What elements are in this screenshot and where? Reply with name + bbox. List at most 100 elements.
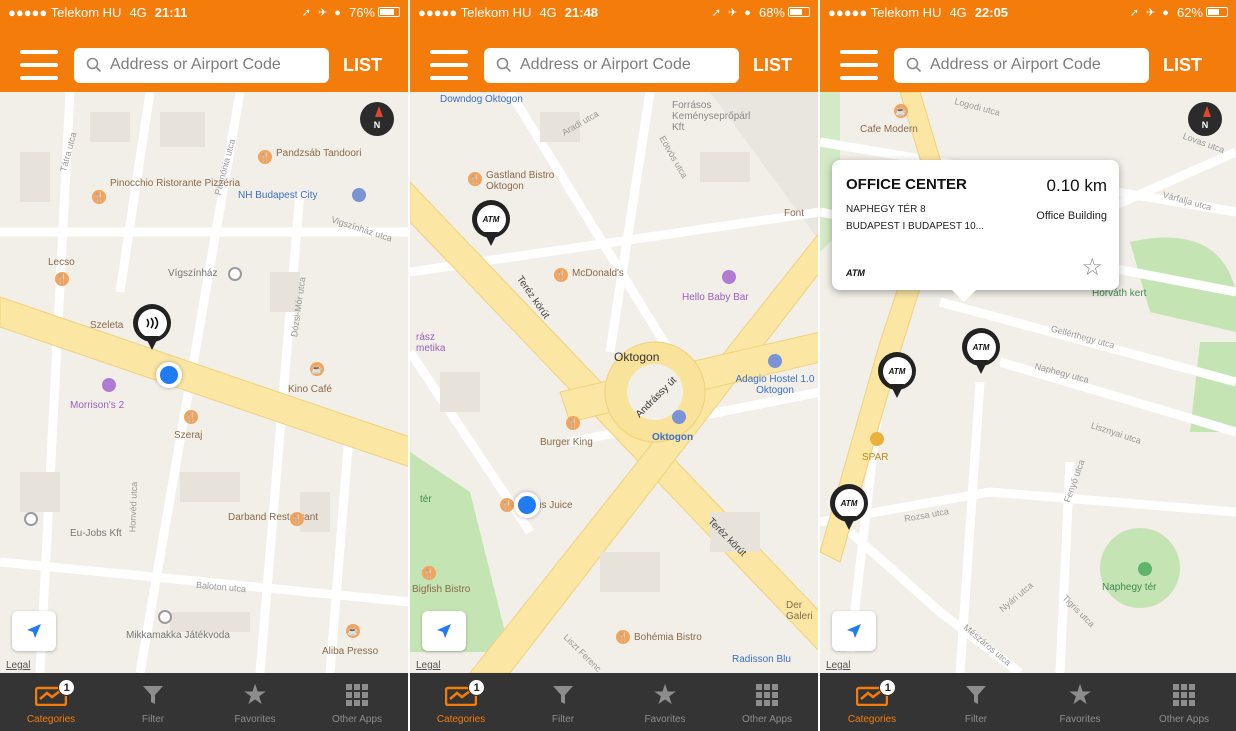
restaurant-poi-icon[interactable]: 🍴 bbox=[616, 630, 630, 644]
hotel-poi-icon[interactable] bbox=[768, 354, 782, 368]
carrier-label: ●●●●● Telekom HU bbox=[418, 4, 532, 20]
tab-other-apps[interactable]: Other Apps bbox=[1132, 673, 1236, 731]
list-button[interactable]: LIST bbox=[343, 55, 382, 76]
poi-label: Downdog Oktogon bbox=[440, 94, 523, 105]
tab-label: Categories bbox=[26, 713, 76, 725]
poi-label: Darband Restaurant bbox=[228, 512, 319, 523]
poi-label: Vígszínház bbox=[168, 268, 218, 279]
compass-icon[interactable]: N bbox=[360, 102, 394, 136]
restaurant-poi-icon[interactable]: 🍴 bbox=[422, 566, 436, 580]
map-view[interactable]: ☕ Cafe Modern Logodi utca Lovas utca Vár… bbox=[820, 92, 1236, 673]
tab-favorites[interactable]: ★ Favorites bbox=[614, 673, 716, 731]
locate-me-button[interactable] bbox=[832, 611, 876, 651]
status-icons: ➚ ✈ ● bbox=[711, 6, 753, 19]
search-input[interactable]: Address or Airport Code bbox=[484, 47, 739, 83]
list-button[interactable]: LIST bbox=[753, 55, 792, 76]
shop-poi-icon[interactable] bbox=[870, 432, 884, 446]
user-location-dot bbox=[156, 362, 182, 388]
business-poi-icon[interactable] bbox=[24, 512, 38, 526]
locate-me-button[interactable] bbox=[422, 611, 466, 651]
theatre-poi-icon[interactable] bbox=[228, 267, 242, 281]
app-header: ●●●●● Telekom HU 4G 22:05 ➚ ✈ ● 62% Addr… bbox=[820, 0, 1236, 92]
place-label: Oktogon bbox=[614, 350, 660, 364]
poi-label: Bohémia Bistro bbox=[634, 632, 702, 643]
favorite-star-icon[interactable]: ☆ bbox=[1081, 253, 1103, 282]
legal-link[interactable]: Legal bbox=[6, 660, 30, 671]
restaurant-poi-icon[interactable]: 🍴 bbox=[55, 272, 69, 286]
tab-other-apps[interactable]: Other Apps bbox=[716, 673, 818, 731]
shop-poi-icon[interactable] bbox=[158, 610, 172, 624]
app-header: ●●●●● Telekom HU 4G 21:48 ➚ ✈ ● 68% Addr… bbox=[410, 0, 818, 92]
callout-distance: 0.10 km bbox=[1046, 176, 1107, 195]
tab-filter[interactable]: Filter bbox=[102, 673, 204, 731]
legal-link[interactable]: Legal bbox=[826, 660, 850, 671]
battery-icon bbox=[1206, 7, 1228, 17]
map-view[interactable]: Downdog Oktogon Forrásos Keményseprőpárl… bbox=[410, 92, 818, 673]
metro-poi-icon[interactable] bbox=[672, 410, 686, 424]
tab-categories[interactable]: 1 Categories bbox=[0, 673, 102, 731]
compass-icon[interactable]: N bbox=[1188, 102, 1222, 136]
poi-label: SPAR bbox=[862, 452, 889, 463]
carrier-label: ●●●●● Telekom HU bbox=[8, 4, 122, 20]
screen-2: ●●●●● Telekom HU 4G 21:48 ➚ ✈ ● 68% Addr… bbox=[410, 0, 820, 731]
tab-other-apps[interactable]: Other Apps bbox=[306, 673, 408, 731]
restaurant-poi-icon[interactable]: 🍴 bbox=[468, 172, 482, 186]
location-arrow-icon bbox=[27, 624, 41, 638]
search-placeholder: Address or Airport Code bbox=[930, 56, 1101, 73]
network-label: 4G bbox=[949, 4, 967, 20]
notification-badge: 1 bbox=[58, 679, 76, 696]
restaurant-poi-icon[interactable]: 🍴 bbox=[566, 416, 580, 430]
atm-pin[interactable]: ATM bbox=[962, 328, 1000, 378]
tab-favorites[interactable]: ★ Favorites bbox=[204, 673, 306, 731]
search-input[interactable]: Address or Airport Code bbox=[894, 47, 1149, 83]
locate-me-button[interactable] bbox=[12, 611, 56, 651]
juice-poi-icon[interactable]: 🍴 bbox=[500, 498, 514, 512]
hamburger-menu-icon[interactable] bbox=[840, 50, 878, 80]
tab-bar: 1 Categories Filter ★ Favorites Other Ap… bbox=[820, 673, 1236, 731]
cafe-poi-icon[interactable]: ☕ bbox=[310, 362, 324, 376]
poi-label: Font bbox=[784, 208, 805, 219]
filter-icon bbox=[142, 680, 164, 710]
list-button[interactable]: LIST bbox=[1163, 55, 1202, 76]
cafe-poi-icon[interactable]: ☕ bbox=[346, 624, 360, 638]
restaurant-poi-icon[interactable]: 🍴 bbox=[92, 190, 106, 204]
notification-badge: 1 bbox=[468, 679, 486, 696]
restaurant-poi-icon[interactable]: 🍴 bbox=[290, 512, 304, 526]
battery-percent: 76% bbox=[348, 4, 375, 20]
park-poi-icon[interactable] bbox=[1138, 562, 1152, 576]
cafe-poi-icon[interactable]: ☕ bbox=[894, 104, 908, 118]
search-placeholder: Address or Airport Code bbox=[520, 56, 691, 73]
hamburger-menu-icon[interactable] bbox=[20, 50, 58, 80]
tab-favorites[interactable]: ★ Favorites bbox=[1028, 673, 1132, 731]
poi-label: Gastland Bistro Oktogon bbox=[486, 170, 555, 192]
tab-label: Filter bbox=[551, 713, 575, 725]
legal-link[interactable]: Legal bbox=[416, 660, 440, 671]
search-input[interactable]: Address or Airport Code bbox=[74, 47, 329, 83]
star-icon: ★ bbox=[242, 679, 268, 710]
hotel-poi-icon[interactable] bbox=[352, 188, 366, 202]
tab-filter[interactable]: Filter bbox=[924, 673, 1028, 731]
place-label: Naphegy tér bbox=[1102, 582, 1157, 593]
bar-poi-icon[interactable] bbox=[102, 378, 116, 392]
atm-pin[interactable]: ATM bbox=[472, 200, 510, 250]
tab-label: Categories bbox=[847, 713, 897, 725]
network-label: 4G bbox=[539, 4, 557, 20]
battery-percent: 62% bbox=[1176, 4, 1203, 20]
hamburger-menu-icon[interactable] bbox=[430, 50, 468, 80]
atm-pin[interactable]: ATM bbox=[830, 484, 868, 534]
tab-label: Favorites bbox=[1059, 713, 1101, 725]
map-view[interactable]: 🍴 Pinocchio Ristorante Pizzéria 🍴 Pandzs… bbox=[0, 92, 408, 673]
poi-label: Mikkamakka Játékvoda bbox=[126, 630, 230, 641]
tab-categories[interactable]: 1 Categories bbox=[410, 673, 512, 731]
poi-label: Lecso bbox=[48, 257, 75, 268]
bar-poi-icon[interactable] bbox=[722, 270, 736, 284]
tab-categories[interactable]: 1 Categories bbox=[820, 673, 924, 731]
contactless-pin[interactable] bbox=[133, 304, 171, 354]
restaurant-poi-icon[interactable]: 🍴 bbox=[554, 268, 568, 282]
location-arrow-icon bbox=[847, 624, 861, 638]
restaurant-poi-icon[interactable]: 🍴 bbox=[258, 150, 272, 164]
restaurant-poi-icon[interactable]: 🍴 bbox=[184, 410, 198, 424]
tab-filter[interactable]: Filter bbox=[512, 673, 614, 731]
location-callout[interactable]: OFFICE CENTER 0.10 km NAPHEGY TÉR 8 BUDA… bbox=[832, 160, 1119, 302]
atm-pin[interactable]: ATM bbox=[878, 352, 916, 402]
